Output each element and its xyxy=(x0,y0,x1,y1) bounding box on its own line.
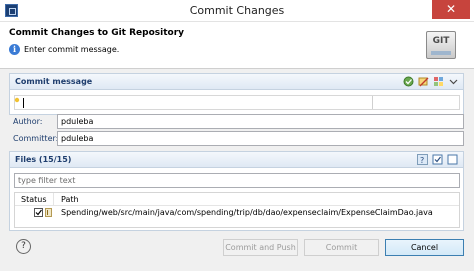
author-field[interactable]: pduleba xyxy=(57,114,464,129)
amend-previous-commit-icon[interactable] xyxy=(418,76,429,87)
cancel-button[interactable]: Cancel xyxy=(385,239,464,256)
commit-and-push-button[interactable]: Commit and Push xyxy=(223,239,298,256)
menu-chevron-icon[interactable] xyxy=(448,76,459,87)
java-file-icon xyxy=(45,208,52,217)
filter-input[interactable]: type filter text xyxy=(14,173,460,188)
commit-message-input[interactable] xyxy=(14,95,460,110)
margin-ruler xyxy=(372,96,373,109)
commit-button[interactable]: Commit xyxy=(304,239,379,256)
commit-message-section-header: Commit message xyxy=(10,74,463,90)
add-signed-off-by-icon[interactable] xyxy=(403,76,414,87)
commit-message-section-title: Commit message xyxy=(15,77,93,86)
dialog-message: Enter commit message. xyxy=(24,45,120,54)
dialog-header: Commit Changes to Git Repository i Enter… xyxy=(0,22,474,69)
content-assist-icon xyxy=(14,96,20,103)
title-bar: Commit Changes ✕ xyxy=(0,0,474,22)
row-checkbox[interactable] xyxy=(34,208,43,217)
author-label: Author: xyxy=(13,117,43,126)
files-table-header: Status Path xyxy=(15,193,459,206)
row-path: Spending/web/src/main/java/com/spending/… xyxy=(61,208,433,217)
help-icon[interactable]: ? xyxy=(16,239,31,254)
files-table: Status Path Spending/web/src/main/java/c… xyxy=(14,192,460,228)
committer-label: Committer: xyxy=(13,134,59,143)
commit-message-section: Commit message xyxy=(9,73,464,115)
status-column-header[interactable]: Status xyxy=(21,195,47,204)
dialog-heading: Commit Changes to Git Repository xyxy=(9,28,185,38)
select-all-icon[interactable] xyxy=(432,154,443,165)
dialog-body: Commit message Author: pduleba Committer… xyxy=(0,69,474,271)
show-untracked-icon[interactable]: ? xyxy=(417,154,428,165)
git-logo-icon: GIT xyxy=(426,31,456,59)
committer-field[interactable]: pduleba xyxy=(57,131,464,146)
files-section-title: Files (15/15) xyxy=(15,155,72,164)
files-section-header: Files (15/15) ? xyxy=(10,152,463,168)
text-cursor xyxy=(23,98,24,108)
compute-change-id-icon[interactable] xyxy=(433,76,444,87)
window-close-button[interactable]: ✕ xyxy=(432,0,470,19)
svg-text:?: ? xyxy=(420,156,424,164)
window-title: Commit Changes xyxy=(189,4,285,17)
path-column-header[interactable]: Path xyxy=(61,195,79,204)
files-section: Files (15/15) ? type filter text Status … xyxy=(9,151,464,231)
table-row[interactable]: Spending/web/src/main/java/com/spending/… xyxy=(15,207,459,219)
column-divider xyxy=(53,193,54,206)
deselect-all-icon[interactable] xyxy=(447,154,458,165)
info-icon: i xyxy=(9,44,20,55)
